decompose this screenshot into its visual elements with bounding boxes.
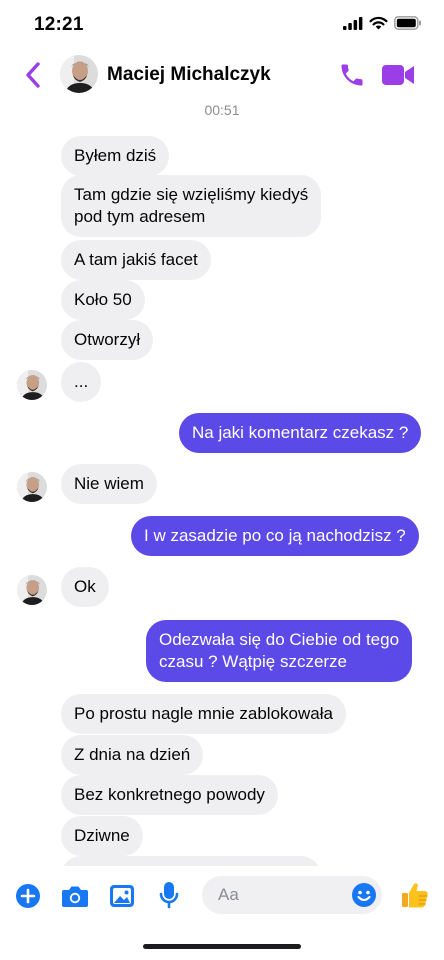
emoji-button[interactable] [351,882,377,908]
message-line: Odezwała się do Ciebie od tego [159,630,400,649]
call-button[interactable] [338,61,366,89]
status-icons [343,16,422,30]
message-bubble-incoming[interactable]: ... [61,362,101,402]
message-bubble-incoming[interactable]: Dziwne [61,816,143,856]
video-call-button[interactable] [381,62,415,88]
sender-avatar[interactable] [17,575,47,605]
microphone-icon [159,882,179,909]
video-camera-icon [382,65,414,85]
image-icon [110,885,134,907]
like-button[interactable] [399,879,431,911]
message-input[interactable] [218,876,338,914]
message-bubble-incoming[interactable]: Otworzył [61,320,154,360]
message-bubble-incoming[interactable]: Z dnia na dzień [61,735,204,775]
message-bubble-incoming[interactable]: Byłem dziś [61,136,170,176]
plus-icon [16,884,40,908]
message-bubble-incoming[interactable]: Po prostu nagle mnie zablokowała [61,694,346,734]
message-bubble-incoming[interactable]: A tam jakiś facet [61,240,211,280]
message-input-wrapper [202,876,382,914]
message-line: czasu ? Wątpię szczerze [159,652,348,671]
message-line: pod tym adresem [74,207,206,226]
phone-icon [341,64,363,86]
message-composer [0,866,444,926]
avatar-photo [60,55,98,93]
back-button[interactable] [18,58,48,92]
contact-avatar[interactable] [60,55,98,93]
sender-avatar[interactable] [17,472,47,502]
battery-icon [394,16,421,30]
conversation-timestamp: 00:51 [204,102,240,118]
message-bubble-incoming[interactable]: Tam gdzie się wzięliśmy kiedyś pod tym a… [61,175,322,237]
signal-icon [343,16,363,30]
camera-icon [62,886,88,907]
message-bubble-incoming[interactable]: Koło 50 [61,280,145,320]
message-bubble-outgoing[interactable]: Na jaki komentarz czekasz ? [179,413,422,453]
avatar-photo [17,370,47,400]
gallery-button[interactable] [108,882,136,910]
home-indicator [143,944,301,949]
status-bar: 12:21 [0,0,444,48]
status-time: 12:21 [34,14,84,35]
message-bubble-outgoing[interactable]: Odezwała się do Ciebie od tego czasu ? W… [146,620,413,682]
conversation-header: Maciej Michalczyk [0,48,444,102]
avatar-photo [17,472,47,502]
message-bubble-incoming[interactable]: Ok [61,567,109,607]
contact-name[interactable]: Maciej Michalczyk [107,64,271,86]
avatar-photo [17,575,47,605]
camera-button[interactable] [60,882,90,910]
thumbs-up-icon [402,883,428,908]
message-bubble-outgoing[interactable]: I w zasadzie po co ją nachodzisz ? [131,516,419,556]
wifi-icon [369,16,388,30]
message-bubble-incoming[interactable]: Bez konkretnego powody [61,775,278,815]
emoji-icon [352,883,376,907]
back-chevron-icon [26,62,40,88]
voice-message-button[interactable] [156,880,182,910]
more-actions-button[interactable] [14,882,42,910]
sender-avatar[interactable] [17,370,47,400]
message-bubble-incoming[interactable]: Nie wiem [61,464,157,504]
message-line: Tam gdzie się wzięliśmy kiedyś [74,185,309,204]
